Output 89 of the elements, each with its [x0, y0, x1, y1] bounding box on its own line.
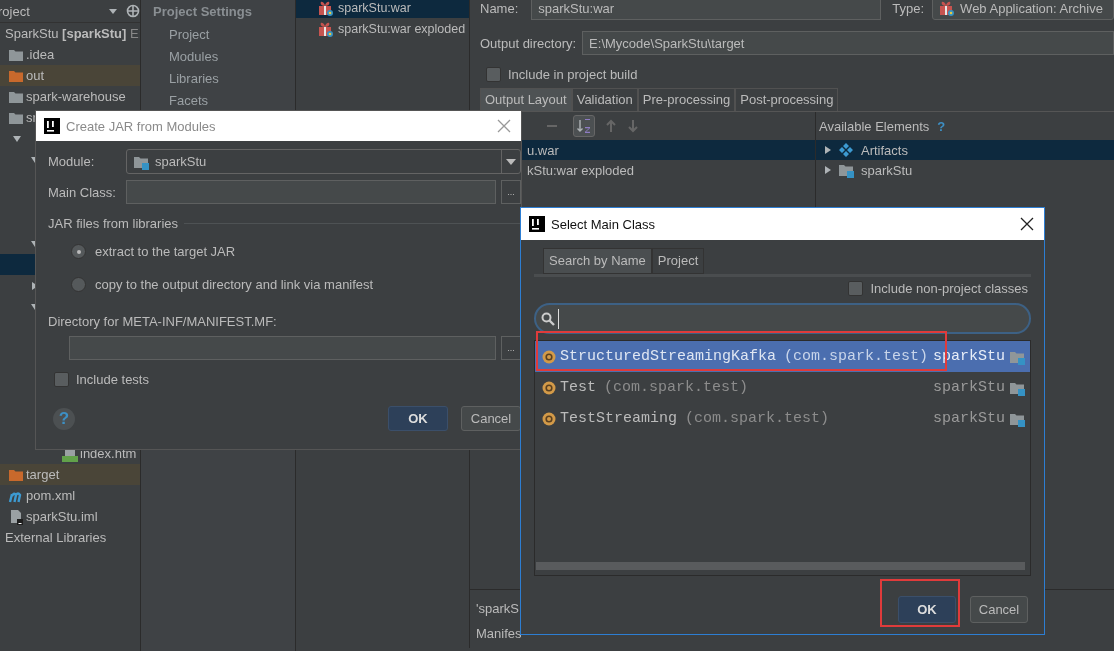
search-field[interactable] [534, 303, 1031, 334]
list-item[interactable]: Test (com.spark.test) sparkStu [535, 372, 1030, 403]
artifact-row[interactable]: sparkStu:war [296, 0, 469, 18]
tab[interactable]: Validation [571, 88, 638, 111]
tree-item[interactable]: pom.xml [26, 488, 76, 503]
scrollbar[interactable] [536, 562, 1025, 570]
cancel-button[interactable]: Cancel [970, 596, 1028, 623]
tab[interactable]: Output Layout [480, 88, 572, 111]
tree-row[interactable]: target [0, 464, 140, 485]
tree-row[interactable]: sparkStu [816, 160, 1114, 180]
dropdown-arrow-icon[interactable] [108, 6, 118, 16]
move-down-icon[interactable] [627, 119, 639, 133]
field-label: 'sparkS [476, 600, 519, 618]
artifacts-icon [838, 142, 854, 158]
ok-button[interactable]: OK [898, 596, 956, 623]
tab[interactable]: Pre-processing [637, 88, 736, 111]
expand-arrow-icon[interactable] [823, 145, 833, 155]
radio-button[interactable] [71, 244, 86, 259]
dropdown-arrow-icon [506, 157, 516, 166]
checkbox[interactable] [486, 66, 501, 82]
text-cursor [558, 308, 559, 329]
tree-item[interactable]: .idea [26, 47, 55, 62]
output-directory-field[interactable]: E:\Mycode\SparkStu\target [582, 31, 1114, 55]
checkbox-label[interactable]: Include tests [76, 371, 149, 387]
tree-item[interactable]: out [26, 68, 45, 83]
field-label: Main Class: [48, 184, 117, 200]
field-label: Type: [892, 0, 925, 16]
module-dropdown[interactable]: sparkStu [126, 149, 521, 174]
section-heading: JAR files from libraries [48, 216, 179, 231]
list-item[interactable]: TestStreaming (com.spark.test) sparkStu [535, 403, 1030, 434]
class-icon [542, 349, 556, 364]
radio-button[interactable] [71, 277, 86, 292]
move-up-icon[interactable] [605, 119, 617, 133]
field-label: Name: [480, 0, 519, 16]
tree-item[interactable]: sparkStu.iml [26, 509, 98, 524]
type-select[interactable]: Web Application: Archive [932, 0, 1114, 20]
sidebar-item[interactable]: Modules [141, 46, 295, 68]
tab[interactable]: Project [651, 248, 705, 274]
module-folder-icon [838, 162, 854, 178]
field-label: Output directory: [480, 35, 577, 51]
field-label: Directory for META-INF/MANIFEST.MF: [48, 314, 278, 331]
help-icon[interactable]: ? [937, 118, 946, 134]
class-icon [542, 411, 556, 426]
browse-button[interactable]: ... [501, 180, 521, 204]
collapse-arrow-icon[interactable] [12, 133, 22, 144]
tab[interactable]: Search by Name [543, 248, 652, 274]
section-heading: Available Elements [819, 118, 930, 134]
field-label: Module: [48, 154, 96, 169]
search-icon [541, 311, 555, 326]
artifact-icon [318, 0, 334, 16]
artifact-icon [939, 0, 956, 16]
checkbox[interactable] [848, 280, 864, 296]
tree-row[interactable]: Artifacts [816, 140, 1114, 160]
name-field[interactable]: sparkStu:war [531, 0, 882, 20]
class-icon [542, 380, 556, 395]
tree-item[interactable]: spark-warehouse [26, 89, 126, 104]
checkbox-label[interactable]: Include in project build [508, 66, 638, 82]
locate-icon[interactable] [126, 4, 140, 18]
section-heading: Project Settings [152, 4, 253, 21]
sidebar-item[interactable]: Project [141, 24, 295, 46]
tree-item[interactable]: target [26, 467, 60, 482]
tree-item[interactable]: External Libraries [5, 530, 107, 545]
artifact-row[interactable]: sparkStu:war exploded [296, 18, 469, 39]
cancel-button[interactable]: Cancel [461, 406, 521, 431]
tree-item[interactable]: index.htm [80, 446, 137, 461]
radio-label[interactable]: extract to the target JAR [95, 244, 236, 259]
field-label: Manifes [476, 625, 522, 643]
tree-item[interactable]: SparkStu [sparkStu] E: [5, 26, 140, 41]
artifact-icon [318, 20, 334, 37]
app-logo-icon [44, 118, 60, 134]
checkbox[interactable] [54, 371, 69, 387]
file-icon [8, 508, 24, 525]
ok-button[interactable]: OK [388, 406, 448, 431]
radio-label[interactable]: copy to the output directory and link via manifest [95, 277, 374, 292]
dialog-title: Create JAR from Modules [66, 118, 216, 134]
tree-row[interactable]: out [0, 65, 140, 86]
expand-arrow-icon[interactable] [823, 165, 833, 175]
manifest-directory-field[interactable] [69, 336, 496, 360]
checkbox-label[interactable]: Include non-project classes [870, 280, 1028, 296]
close-icon[interactable] [1020, 217, 1034, 231]
browse-button[interactable]: ... [501, 336, 521, 360]
sort-icon [576, 118, 592, 134]
dialog-title: Select Main Class [551, 216, 656, 232]
app-logo-icon [529, 216, 545, 232]
tab[interactable]: Post-processing [735, 88, 839, 111]
sidebar-item[interactable]: Facets [141, 90, 295, 112]
main-class-field[interactable] [126, 180, 496, 204]
sort-button[interactable] [573, 115, 595, 137]
sidebar-item[interactable]: Libraries [141, 68, 295, 90]
